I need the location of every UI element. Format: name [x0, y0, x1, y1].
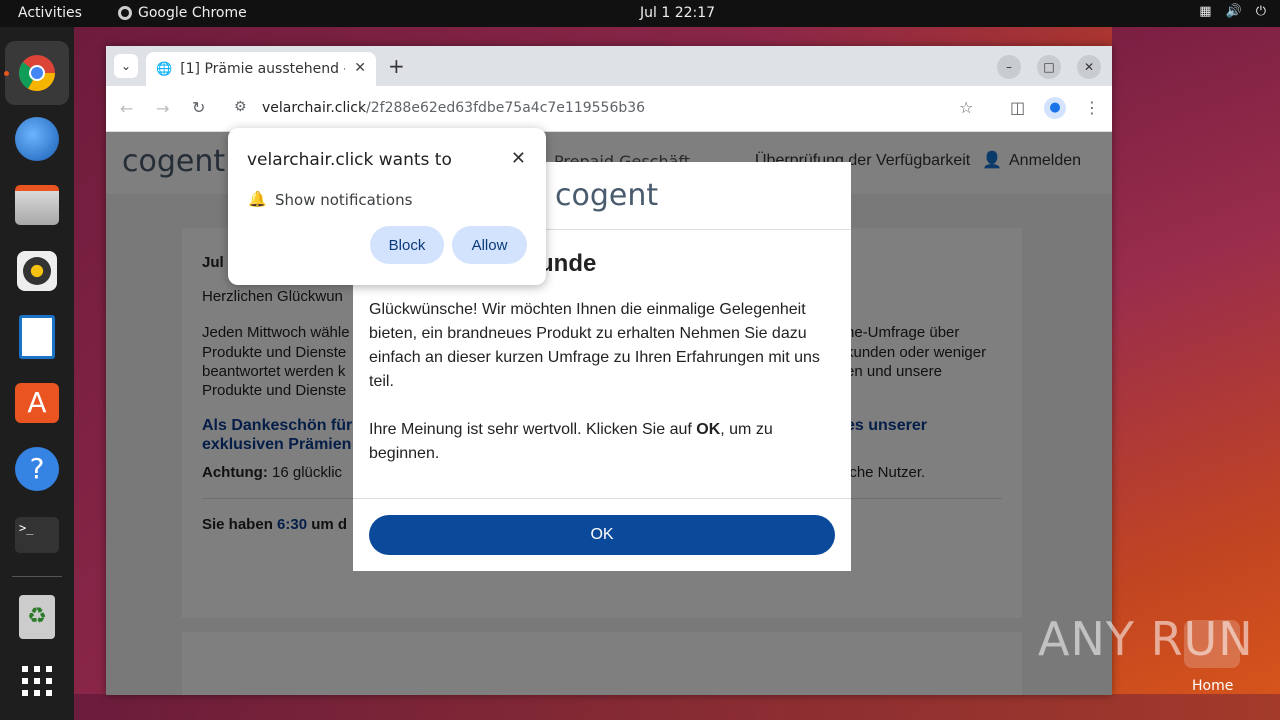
tab-strip: ⌄ 🌐 [1] Prämie ausstehend - ( ✕ + – □ ✕ — [106, 46, 1112, 86]
dock-app-center[interactable]: A — [13, 379, 61, 427]
bookmark-star-icon[interactable]: ☆ — [959, 98, 973, 117]
home-label[interactable]: Home — [1192, 678, 1233, 694]
app-center-icon: A — [15, 383, 59, 423]
forward-icon[interactable]: → — [156, 99, 169, 118]
reload-icon[interactable]: ↻ — [192, 98, 205, 117]
wallpaper-bottom — [74, 694, 1280, 720]
dock-chrome[interactable] — [5, 41, 69, 105]
grid-icon — [22, 666, 52, 696]
network-icon: ▦ — [1199, 4, 1212, 19]
rhythmbox-icon — [17, 251, 57, 291]
thunderbird-icon — [15, 117, 59, 161]
writer-icon — [19, 315, 55, 359]
dock-files[interactable] — [13, 181, 61, 229]
dock-separator — [12, 576, 62, 577]
new-tab-button[interactable]: + — [388, 54, 405, 78]
modal-title: unde — [539, 250, 597, 277]
tab-active[interactable]: 🌐 [1] Prämie ausstehend - ( ✕ — [146, 52, 376, 86]
modal-paragraph-2: Ihre Meinung ist sehr wertvoll. Klicken … — [369, 418, 835, 466]
tab-title: [1] Prämie ausstehend - ( — [180, 61, 346, 77]
url-path: /2f288e62ed63fdbe75a4c7e119556b36 — [366, 100, 646, 116]
site-info-icon[interactable]: ⚙ — [234, 99, 247, 115]
active-indicator — [4, 71, 9, 76]
trash-icon: ♻ — [19, 595, 55, 639]
activities-button[interactable]: Activities — [18, 5, 82, 21]
allow-button[interactable]: Allow — [452, 226, 527, 264]
url-host: velarchair.click — [262, 100, 367, 116]
modal-p2-bold: OK — [696, 421, 721, 438]
tab-search-button[interactable]: ⌄ — [114, 54, 138, 78]
url-text[interactable]: velarchair.click/2f288e62ed63fdbe75a4c7e… — [262, 100, 645, 116]
profile-icon[interactable]: ● — [1044, 97, 1066, 119]
maximize-button[interactable]: □ — [1037, 55, 1061, 79]
dock-terminal[interactable]: >_ — [13, 511, 61, 559]
power-icon: ⏻ — [1255, 4, 1266, 19]
notification-permission-popup: velarchair.click wants to ✕ 🔔 Show notif… — [228, 128, 546, 285]
bell-icon: 🔔 — [248, 190, 267, 208]
system-tray[interactable]: ▦ 🔊 ⏻ — [1199, 4, 1266, 19]
modal-paragraph-1: Glückwünsche! Wir möchten Ihnen die einm… — [369, 301, 820, 390]
terminal-icon: >_ — [15, 517, 59, 553]
dock-trash[interactable]: ♻ — [13, 593, 61, 641]
side-panel-icon[interactable]: ◫ — [1010, 98, 1025, 117]
ok-button[interactable]: OK — [369, 515, 835, 555]
popup-title: velarchair.click wants to — [247, 150, 452, 170]
dock-show-apps[interactable] — [13, 657, 61, 705]
files-icon — [15, 185, 59, 225]
close-icon[interactable]: ✕ — [511, 148, 526, 169]
app-menu[interactable]: Google Chrome — [118, 5, 247, 21]
tab-close-icon[interactable]: ✕ — [354, 60, 366, 76]
minimize-button[interactable]: – — [997, 55, 1021, 79]
app-name: Google Chrome — [138, 5, 247, 21]
menu-icon[interactable]: ⋮ — [1084, 98, 1100, 117]
chrome-icon — [118, 6, 132, 20]
dock-rhythmbox[interactable] — [13, 247, 61, 295]
globe-icon: 🌐 — [156, 61, 173, 77]
modal-body: Glückwünsche! Wir möchten Ihnen die einm… — [369, 298, 835, 466]
help-icon: ? — [15, 447, 59, 491]
close-window-button[interactable]: ✕ — [1077, 55, 1101, 79]
block-button[interactable]: Block — [370, 226, 444, 264]
back-icon[interactable]: ← — [120, 99, 133, 118]
dock-thunderbird[interactable] — [13, 115, 61, 163]
volume-icon: 🔊 — [1225, 4, 1242, 19]
browser-toolbar: ← → ↻ ⚙ velarchair.click/2f288e62ed63fdb… — [106, 86, 1112, 132]
dock: A ? >_ ♻ — [0, 27, 74, 720]
top-bar: Activities Google Chrome Jul 1 22:17 ▦ 🔊… — [0, 0, 1280, 27]
permission-text: Show notifications — [275, 191, 413, 209]
chrome-icon — [18, 55, 56, 92]
clock[interactable]: Jul 1 22:17 — [640, 5, 715, 21]
dock-help[interactable]: ? — [13, 445, 61, 493]
home-folder-icon[interactable] — [1184, 620, 1240, 668]
dock-writer[interactable] — [13, 313, 61, 361]
modal-divider — [353, 498, 851, 499]
modal-logo: cogent — [555, 178, 659, 213]
modal-p2-prefix: Ihre Meinung ist sehr wertvoll. Klicken … — [369, 421, 697, 438]
